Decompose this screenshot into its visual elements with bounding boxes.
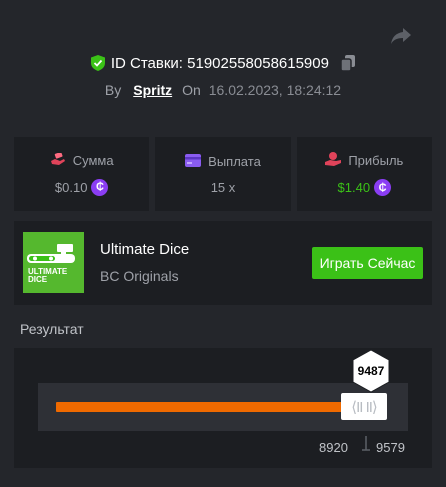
- result-panel: ⟨II II⟩ 9487 8920 9579: [14, 348, 432, 468]
- bet-id-value: 51902558058615909: [187, 55, 329, 72]
- stat-amount: Сумма $0.10 ₵: [14, 137, 150, 211]
- stat-profit-label: Прибыль: [348, 153, 404, 168]
- profit-icon: [325, 152, 342, 169]
- result-title: Результат: [20, 321, 84, 337]
- share-icon[interactable]: [389, 25, 413, 47]
- result-bar: [56, 402, 342, 412]
- slider-handle: ⟨II II⟩: [341, 393, 387, 420]
- play-now-button[interactable]: Играть Сейчас: [312, 247, 423, 279]
- stat-payout-value: 15 x: [210, 179, 236, 195]
- bet-id-label: ID Ставки:: [110, 55, 183, 72]
- stat-amount-value: $0.10: [54, 179, 88, 195]
- on-label: On: [182, 82, 201, 98]
- bet-date: 16.02.2023, 18:24:12: [208, 82, 342, 98]
- range-low: 8920: [319, 440, 348, 455]
- bet-author-row: By Spritz On 16.02.2023, 18:24:12: [0, 82, 446, 98]
- stat-payout-label: Выплата: [208, 154, 261, 169]
- user-link[interactable]: Spritz: [133, 82, 172, 98]
- range-high: 9579: [376, 440, 405, 455]
- game-thumbnail[interactable]: ULTIMATE DICE: [23, 232, 84, 293]
- shield-check-icon: [90, 55, 105, 75]
- coin-icon: ₵: [374, 179, 392, 196]
- stat-amount-label: Сумма: [72, 153, 114, 168]
- stat-payout: Выплата 15 x: [155, 137, 291, 211]
- game-card: ULTIMATE DICE Ultimate Dice BC Originals…: [14, 221, 432, 305]
- game-provider: BC Originals: [100, 268, 179, 284]
- game-title: Ultimate Dice: [100, 241, 190, 258]
- bet-stats: Сумма $0.10 ₵ Выплата 15 x Прибыль $1.40…: [14, 137, 432, 211]
- coin-icon: ₵: [91, 178, 109, 196]
- card-icon: [185, 153, 202, 170]
- coins-hand-icon: [50, 151, 66, 169]
- copy-icon[interactable]: [340, 55, 356, 75]
- stat-profit-value: $1.40: [337, 180, 371, 195]
- range-separator-icon: [359, 434, 373, 454]
- stat-profit: Прибыль $1.40 ₵: [296, 137, 432, 211]
- game-thumbnail-logo: ULTIMATE DICE: [28, 267, 68, 284]
- by-label: By: [104, 82, 122, 98]
- roll-badge: 9487: [351, 349, 391, 393]
- roll-value: 9487: [357, 364, 385, 378]
- bet-id-row: ID Ставки: 51902558058615909: [0, 55, 446, 75]
